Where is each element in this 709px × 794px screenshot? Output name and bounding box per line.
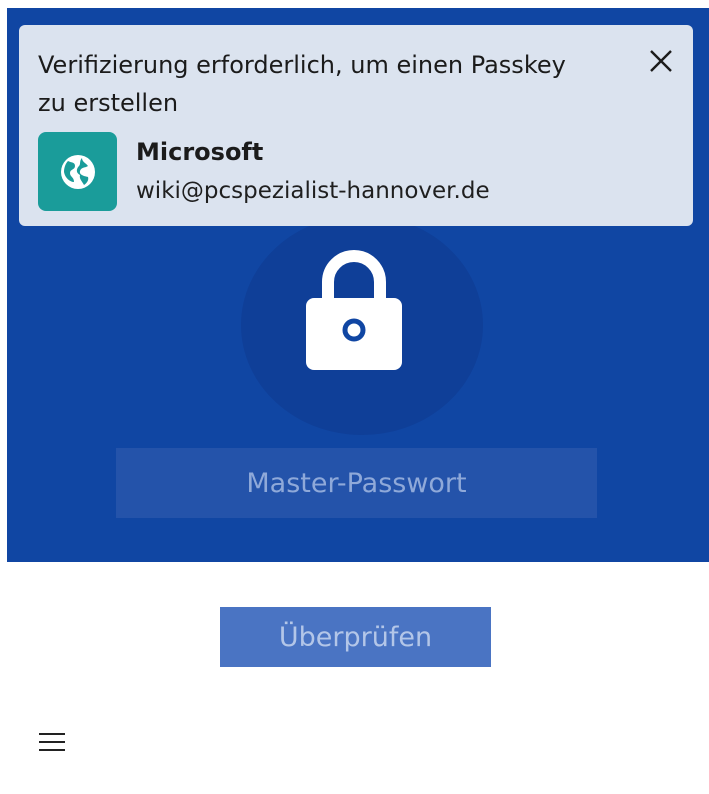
- account-email: wiki@pcspezialist-hannover.de: [136, 178, 490, 204]
- hamburger-menu-icon[interactable]: [39, 733, 65, 751]
- site-icon-tile: [38, 132, 117, 211]
- site-name: Microsoft: [136, 138, 264, 166]
- globe-icon: [60, 154, 95, 189]
- close-button[interactable]: [647, 47, 675, 75]
- verify-button[interactable]: Überprüfen: [220, 607, 491, 667]
- passkey-verification-dialog: Verifizierung erforderlich, um einen Pas…: [19, 25, 693, 226]
- menu-line: [39, 749, 65, 751]
- close-icon: [650, 50, 672, 72]
- dialog-title: Verifizierung erforderlich, um einen Pas…: [38, 51, 566, 117]
- lock-icon: [306, 250, 402, 370]
- menu-line: [39, 733, 65, 735]
- master-password-field[interactable]: [116, 448, 597, 518]
- menu-line: [39, 741, 65, 743]
